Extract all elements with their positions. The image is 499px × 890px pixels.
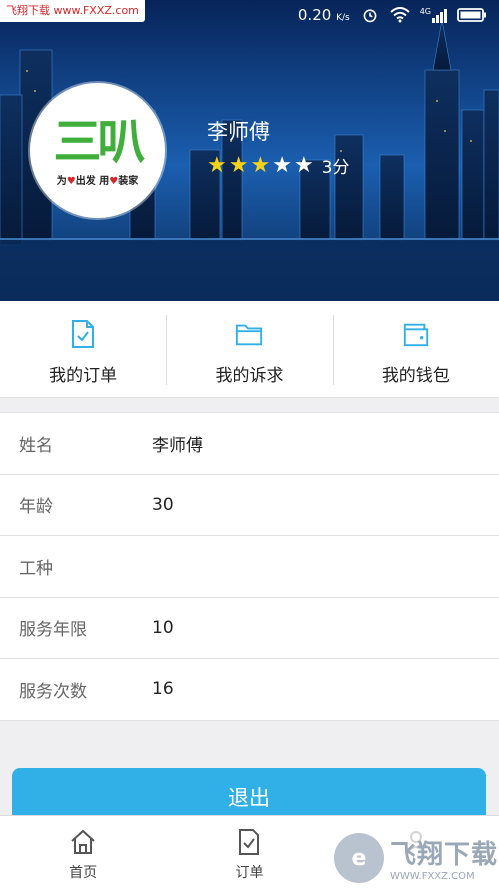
star-icon: ★: [272, 152, 292, 178]
info-value: 30: [152, 494, 174, 515]
network-speed: 0.20 K/s: [297, 6, 350, 24]
nav-item-home[interactable]: 首页: [0, 816, 166, 890]
star-icon: ★: [207, 152, 227, 178]
watermark-top: 飞翔下载 www.FXXZ.com: [0, 0, 145, 22]
profile-info-list: 姓名 李师傅 年龄 30 工种 服务年限 10 服务次数 16: [0, 412, 499, 721]
signal-icon: 4G: [420, 7, 447, 23]
app-logo-text: 三叭: [53, 114, 145, 170]
info-value: 10: [152, 617, 174, 638]
quick-item-my-orders[interactable]: 我的订单: [0, 301, 166, 397]
info-label: 工种: [19, 558, 53, 579]
profile-name: 李师傅: [207, 120, 270, 144]
info-row-age: 年龄 30: [0, 475, 499, 536]
quick-item-label: 我的订单: [49, 366, 118, 386]
alarm-clock-icon: [363, 9, 377, 23]
rating-score: 3分: [321, 158, 350, 178]
star-icon: ★: [228, 152, 249, 178]
nav-label: 订单: [235, 865, 264, 881]
battery-icon: [457, 8, 486, 22]
info-label: 服务年限: [19, 620, 87, 641]
nav-item-orders[interactable]: 订单: [166, 816, 332, 890]
info-label: 姓名: [19, 435, 53, 456]
quick-item-my-requests[interactable]: 我的诉求: [166, 301, 332, 397]
info-row-name: 姓名 李师傅: [0, 413, 499, 475]
watermark-sub: WWW.FXXZ.COM: [390, 871, 475, 882]
quick-menu: 我的订单 我的诉求 我的钱包: [0, 301, 499, 398]
folder-icon: [236, 324, 263, 346]
order-doc-icon: [239, 829, 260, 855]
quick-item-label: 我的诉求: [215, 366, 284, 386]
wallet-icon: [403, 323, 428, 347]
quick-item-label: 我的钱包: [381, 366, 450, 386]
watermark-main: 飞翔下载: [390, 840, 499, 870]
info-label: 年龄: [19, 497, 53, 518]
home-icon: [71, 829, 95, 854]
info-row-trade: 工种: [0, 536, 499, 598]
nav-label: 首页: [69, 865, 98, 881]
info-row-service-count: 服务次数 16: [0, 659, 499, 721]
star-icon: ★: [250, 152, 271, 178]
avatar[interactable]: 三叭 为♥出发 用♥装家: [30, 83, 165, 218]
logo-slogan: 为♥出发 用♥装家: [56, 176, 139, 187]
order-doc-icon: [72, 320, 95, 348]
watermark-bottom-right: e 飞翔下载 WWW.FXXZ.COM: [330, 826, 499, 890]
quick-item-my-wallet[interactable]: 我的钱包: [332, 301, 499, 397]
info-row-service-years: 服务年限 10: [0, 598, 499, 659]
info-value: 16: [152, 679, 174, 700]
info-label: 服务次数: [19, 681, 87, 702]
watermark-logo-icon: e: [334, 833, 384, 883]
star-icon: ★: [293, 152, 314, 178]
rating: ★ ★ ★ ★ ★ 3分: [207, 153, 350, 178]
info-value: 李师傅: [152, 435, 203, 456]
wifi-icon: [390, 7, 410, 23]
rating-stars: ★ ★ ★ ★ ★: [207, 152, 314, 178]
